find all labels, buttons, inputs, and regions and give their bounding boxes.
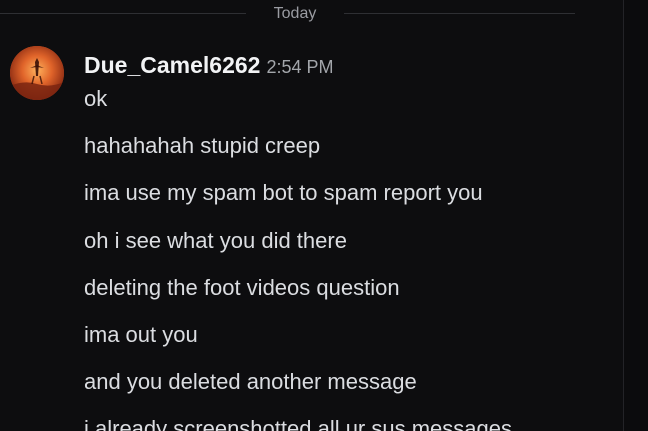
message-text: oh i see what you did there: [84, 228, 347, 253]
message-text: deleting the foot videos question: [84, 275, 400, 300]
message-text: and you deleted another message: [84, 369, 417, 394]
divider-line-right: [344, 13, 575, 14]
message-timestamp: 2:54 PM: [266, 57, 334, 77]
message-text: ima use my spam bot to spam report you: [84, 180, 483, 205]
message-text: hahahahah stupid creep: [84, 133, 321, 158]
message-text: ok: [84, 86, 108, 111]
avatar[interactable]: [10, 46, 64, 100]
message-header: Due_Camel6262 2:54 PM: [84, 50, 334, 80]
date-divider-label: Today: [273, 5, 317, 22]
avatar-image-icon: [10, 46, 64, 100]
divider-line-left: [0, 13, 246, 14]
date-divider: Today: [0, 0, 575, 28]
author-username[interactable]: Due_Camel6262: [84, 52, 260, 78]
side-panel-edge: [623, 0, 648, 431]
chat-panel: Today Due_Camel6262 2:54 PM ok hahahahah …: [0, 0, 624, 431]
message-text: i already screenshotted all ur sus messa…: [84, 416, 512, 431]
message-text: ima out you: [84, 322, 198, 347]
